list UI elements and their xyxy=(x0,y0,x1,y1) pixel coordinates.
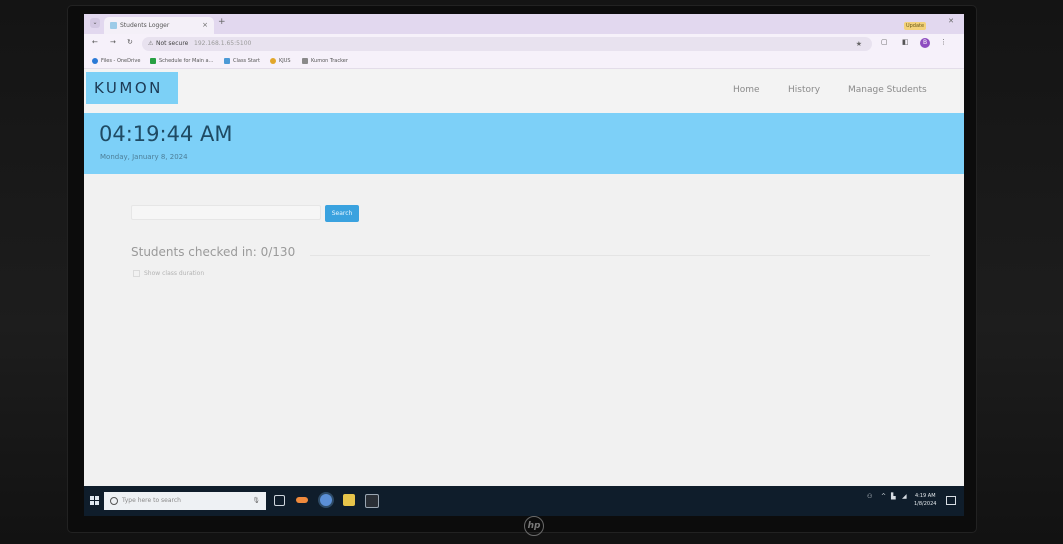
page-icon xyxy=(302,57,308,64)
forward-arrow-icon[interactable]: → xyxy=(110,38,116,46)
taskbar-search-placeholder: Type here to search xyxy=(122,497,181,504)
browser-toolbar: ← → ↻ ⚠ Not secure 192.168.1.65:5100 ★ ▢… xyxy=(84,34,964,54)
sheets-icon xyxy=(150,57,156,64)
taskbar-clock[interactable]: 4:19 AM 1/8/2024 xyxy=(914,492,936,508)
clock-date: Monday, January 8, 2024 xyxy=(100,153,188,161)
close-window-icon[interactable]: ✕ xyxy=(948,17,954,25)
network-icon[interactable]: ▙ xyxy=(891,493,896,500)
update-badge[interactable]: Update xyxy=(904,22,926,30)
cloud-icon xyxy=(92,57,98,64)
browser-tab[interactable]: Students Logger × xyxy=(104,17,214,34)
bookmark-item[interactable]: Class Start xyxy=(224,54,260,68)
extensions-icon[interactable]: ▢ xyxy=(881,38,888,46)
bookmark-item[interactable]: Schedule for Main a... xyxy=(150,54,213,68)
search-button[interactable]: Search xyxy=(325,205,359,222)
new-tab-button[interactable]: + xyxy=(218,17,226,27)
terminal-icon[interactable] xyxy=(365,494,379,508)
windows-start-icon[interactable] xyxy=(90,496,100,506)
bookmark-item[interactable]: KJUS xyxy=(270,54,291,68)
bookmarks-bar: Files - OneDrive Schedule for Main a... … xyxy=(84,54,964,69)
tab-favicon-icon xyxy=(110,22,117,29)
chrome-icon[interactable] xyxy=(320,494,332,506)
taskbar-search-box[interactable]: Type here to search 🎙 xyxy=(104,492,266,510)
bookmark-favicon-icon xyxy=(270,57,276,64)
edge-icon[interactable] xyxy=(296,497,308,503)
web-page: KUMON Home History Manage Students 04:19… xyxy=(84,69,964,486)
back-arrow-icon[interactable]: ← xyxy=(92,38,98,46)
bookmark-item[interactable]: Kumon Tracker xyxy=(302,54,348,68)
browser-tab-bar: ⌄ Students Logger × + Update ✕ xyxy=(84,14,964,34)
profile-avatar[interactable]: B xyxy=(920,38,930,48)
tab-search-icon[interactable]: ⌄ xyxy=(90,18,100,28)
not-secure-warning-icon[interactable]: ⚠ xyxy=(148,37,153,51)
tab-title: Students Logger xyxy=(120,22,170,29)
show-duration-checkbox[interactable] xyxy=(133,270,140,277)
nav-home-link[interactable]: Home xyxy=(733,85,760,95)
search-icon xyxy=(110,497,118,505)
nav-manage-students-link[interactable]: Manage Students xyxy=(848,85,927,95)
tab-close-icon[interactable]: × xyxy=(202,17,208,34)
student-search-input[interactable] xyxy=(131,205,321,220)
not-secure-label: Not secure xyxy=(156,40,189,47)
taskbar-date: 1/8/2024 xyxy=(914,501,937,507)
checked-in-count: Students checked in: 0/130 xyxy=(131,245,296,259)
clock-banner: 04:19:44 AM Monday, January 8, 2024 xyxy=(84,113,964,174)
clock-time: 04:19:44 AM xyxy=(99,122,233,146)
windows-taskbar: Type here to search 🎙 ⚇ ^ ▙ ◢ 4:19 AM 1/… xyxy=(84,486,964,516)
room-background: hp ⌄ Students Logger × + Update ✕ ← → ↻ … xyxy=(0,0,1063,544)
hp-logo-icon: hp xyxy=(524,516,544,536)
nav-history-link[interactable]: History xyxy=(788,85,820,95)
reload-icon[interactable]: ↻ xyxy=(127,38,133,46)
side-panel-icon[interactable]: ◧ xyxy=(902,38,909,46)
tray-overflow-icon[interactable]: ^ xyxy=(881,493,886,500)
kumon-logo[interactable]: KUMON xyxy=(86,72,178,104)
page-icon xyxy=(224,57,230,64)
address-bar[interactable]: ⚠ Not secure 192.168.1.65:5100 ★ xyxy=(142,37,872,51)
task-view-icon[interactable] xyxy=(274,495,285,506)
bookmark-item[interactable]: Files - OneDrive xyxy=(92,54,140,68)
app-navbar: KUMON Home History Manage Students xyxy=(84,69,964,113)
file-explorer-icon[interactable] xyxy=(343,494,355,506)
divider xyxy=(310,255,930,256)
show-duration-label: Show class duration xyxy=(144,270,205,277)
people-icon[interactable]: ⚇ xyxy=(867,493,872,500)
address-url: 192.168.1.65:5100 xyxy=(194,40,252,47)
volume-icon[interactable]: ◢ xyxy=(902,493,907,500)
microphone-icon[interactable]: 🎙 xyxy=(252,492,260,510)
screen: ⌄ Students Logger × + Update ✕ ← → ↻ ⚠ N… xyxy=(84,14,964,516)
notification-icon[interactable] xyxy=(946,496,956,505)
logo-text: KUMON xyxy=(94,79,163,97)
menu-kebab-icon[interactable]: ⋮ xyxy=(940,38,947,46)
bookmark-star-icon[interactable]: ★ xyxy=(856,37,862,51)
window-controls: ✕ xyxy=(938,17,954,25)
taskbar-time: 4:19 AM xyxy=(914,493,936,499)
show-duration-toggle[interactable]: Show class duration xyxy=(133,270,204,277)
